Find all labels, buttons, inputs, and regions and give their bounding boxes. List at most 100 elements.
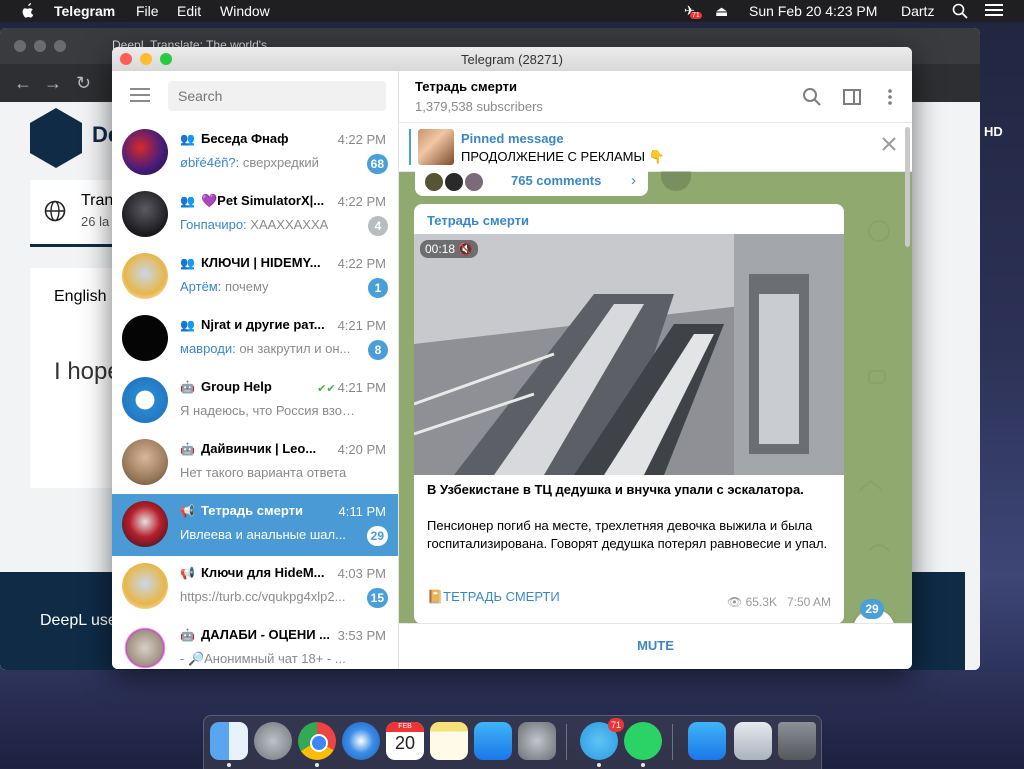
globe-icon <box>44 200 66 225</box>
cookie-banner-text: DeepL use <box>40 612 117 629</box>
chat-name: 💜Pet SimulatorX|... <box>201 193 325 208</box>
window-close-button[interactable] <box>14 40 26 52</box>
menu-window[interactable]: Window <box>220 3 270 19</box>
running-indicator <box>641 763 645 767</box>
chat-item[interactable]: 👥 💜Pet SimulatorX|... 4:22 PM Гонпачиро:… <box>112 184 398 246</box>
back-icon[interactable]: ← <box>14 73 32 94</box>
window-zoom-button[interactable] <box>54 40 66 52</box>
mute-icon[interactable]: 🔇 <box>458 242 473 256</box>
chat-pane: Тетрадь смерти 1,379,538 subscribers Pin… <box>399 71 912 669</box>
post-channel-link[interactable]: 📔ТЕТРАДЬ СМЕРТИ <box>427 589 560 605</box>
group-icon: 👥 <box>180 318 195 332</box>
chat-sender: øbřé4ěñ?: <box>180 155 240 170</box>
dock-separator <box>672 724 673 760</box>
documents-stack-icon[interactable] <box>734 722 772 760</box>
trash-icon[interactable] <box>778 722 816 760</box>
video-duration: 00:18 🔇 <box>420 240 479 258</box>
chat-list-sidebar: 👥 Беседа Фнаф 4:22 PM øbřé4ěñ?: сверхред… <box>112 71 399 669</box>
video-frame <box>414 234 844 475</box>
system-preferences-icon[interactable] <box>518 722 556 760</box>
chat-preview-text: он закрутил и он... <box>235 341 351 356</box>
app-store-icon[interactable] <box>474 722 512 760</box>
translate-card-title: Tran <box>81 192 114 209</box>
comments-link[interactable]: 765 comments › <box>415 171 648 196</box>
notes-icon[interactable] <box>430 722 468 760</box>
eject-icon[interactable]: ⏏ <box>715 3 728 20</box>
chat-preview-text: почему <box>221 279 269 294</box>
commenter-avatar <box>423 171 445 193</box>
menu-file[interactable]: File <box>136 3 159 19</box>
unread-badge: 15 <box>366 588 388 608</box>
forward-icon[interactable]: → <box>44 73 62 94</box>
search-icon[interactable] <box>802 87 822 107</box>
video-player[interactable]: 00:18 🔇 <box>414 234 844 475</box>
pinned-message-bar[interactable]: Pinned message ПРОДОЛЖЕНИЕ С РЕКЛАМЫ 👇 <box>399 123 912 172</box>
source-language[interactable]: English <box>54 288 106 306</box>
app-store-folder-icon[interactable] <box>688 722 726 760</box>
safari-icon[interactable] <box>342 722 380 760</box>
chrome-icon[interactable] <box>298 722 336 760</box>
channel-name[interactable]: Тетрадь смерти <box>415 79 517 94</box>
menu-app-name[interactable]: Telegram <box>54 3 115 19</box>
reload-icon[interactable]: ↻ <box>76 73 91 94</box>
avatar <box>122 377 168 423</box>
chat-item-active[interactable]: 📢 Тетрадь смерти 4:11 PM Ивлеева и аналь… <box>112 494 398 556</box>
pinned-text: ПРОДОЛЖЕНИЕ С РЕКЛАМЫ 👇 <box>461 149 665 164</box>
unread-badge: 4 <box>368 216 388 236</box>
control-center-icon[interactable] <box>985 3 1003 20</box>
chat-header[interactable]: Тетрадь смерти 1,379,538 subscribers <box>399 71 912 123</box>
spotlight-icon[interactable] <box>952 3 968 22</box>
chat-name: Njrat и другие рат... <box>201 317 325 332</box>
apple-icon[interactable] <box>20 2 36 20</box>
read-check-icon: ✔✔ <box>317 383 336 395</box>
post-headline: В Узбекистане в ТЦ дедушка и внучка упал… <box>427 482 804 497</box>
post-channel-name[interactable]: Тетрадь смерти <box>427 213 529 228</box>
translate-card-subtitle: 26 la <box>81 214 110 229</box>
chat-preview: https://turb.cc/vqukpg4xlp2... <box>180 589 346 604</box>
chat-preview-text: ХААХХАХХА <box>246 217 329 232</box>
chat-preview-text: сверхредкий <box>239 155 319 170</box>
finder-icon[interactable] <box>210 722 248 760</box>
chat-preview: Нет такого варианта ответа <box>180 465 347 480</box>
chat-item[interactable]: 🤖 Дайвинчик | Leo... 4:20 PM Нет такого … <box>112 432 398 494</box>
chat-time: 4:11 PM <box>338 504 386 519</box>
search-input[interactable] <box>168 81 386 111</box>
avatar <box>122 625 168 669</box>
chat-item[interactable]: 👥 КЛЮЧИ | HIDEMY... 4:22 PM Артём: почем… <box>112 246 398 308</box>
source-text[interactable]: I hope <box>54 358 121 386</box>
chat-item[interactable]: 👥 Njrat и другие рат... 4:21 PM мавроди:… <box>112 308 398 370</box>
chat-item[interactable]: 🤖 Group Help ✔✔ 4:21 PM Я надеюсь, что Ро… <box>112 370 398 432</box>
avatar <box>122 129 168 175</box>
dock-separator <box>566 724 567 760</box>
calendar-month: FEB <box>386 722 424 732</box>
menu-hamburger-icon[interactable] <box>130 88 150 104</box>
calendar-icon[interactable]: FEB 20 <box>386 722 424 760</box>
close-icon[interactable] <box>882 137 896 151</box>
running-indicator <box>227 763 231 767</box>
launchpad-icon[interactable] <box>254 722 292 760</box>
whatsapp-icon[interactable] <box>624 722 662 760</box>
desktop-disk-label[interactable]: HD <box>984 124 1003 139</box>
menu-user[interactable]: Dartz <box>901 3 934 19</box>
chat-item[interactable]: 📢 Ключи для HideM... 4:03 PM https://tur… <box>112 556 398 618</box>
chat-name: ДАЛАБИ - ОЦЕНИ ... <box>201 627 331 642</box>
menu-clock[interactable]: Sun Feb 20 4:23 PM <box>749 3 877 19</box>
scrollbar[interactable] <box>905 127 910 247</box>
mute-button[interactable]: MUTE <box>399 638 912 653</box>
post-body: Пенсионер погиб на месте, трехлетняя дев… <box>427 518 828 551</box>
avatar <box>122 315 168 361</box>
chat-item[interactable]: 👥 Беседа Фнаф 4:22 PM øbřé4ěñ?: сверхред… <box>112 122 398 184</box>
chat-name: Ключи для HideM... <box>201 565 325 580</box>
bot-icon: 🤖 <box>180 442 195 456</box>
chat-item[interactable]: 🤖 ДАЛАБИ - ОЦЕНИ ... 3:53 PM - 🔎Анонимны… <box>112 618 398 669</box>
commenter-avatar <box>443 171 465 193</box>
sidebar-toggle-icon[interactable] <box>842 87 862 107</box>
commenter-avatar <box>463 171 485 193</box>
telegram-titlebar[interactable]: Telegram (28271) <box>112 47 912 72</box>
unread-badge: 1 <box>368 278 388 298</box>
chat-preview: øbřé4ěñ?: сверхредкий <box>180 155 360 170</box>
window-minimize-button[interactable] <box>34 40 46 52</box>
menu-edit[interactable]: Edit <box>177 3 201 19</box>
video-time-text: 00:18 <box>425 242 456 256</box>
more-options-icon[interactable] <box>880 87 900 107</box>
